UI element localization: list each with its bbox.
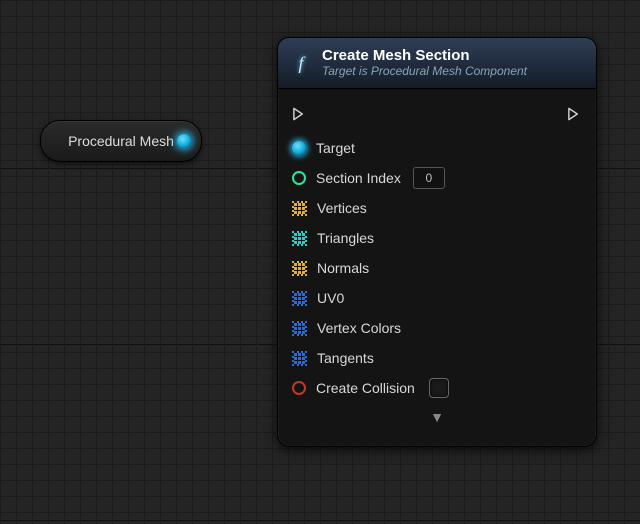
node-title: Create Mesh Section xyxy=(322,47,527,64)
node-subtitle: Target is Procedural Mesh Component xyxy=(322,65,527,79)
int-array-pin-icon xyxy=(292,231,307,246)
vector-array-pin-icon xyxy=(292,261,307,276)
node-header[interactable]: f Create Mesh Section Target is Procedur… xyxy=(278,38,596,89)
input-pin-normals[interactable]: Normals xyxy=(292,253,582,283)
exec-output-pin[interactable] xyxy=(567,106,582,122)
input-pin-tangents[interactable]: Tangents xyxy=(292,343,582,373)
struct-array-pin-icon xyxy=(292,291,307,306)
object-pin-icon xyxy=(292,141,306,155)
input-pin-section-index[interactable]: Section Index 0 xyxy=(292,163,582,193)
variable-node-label: Procedural Mesh xyxy=(68,133,174,149)
input-pin-uv0[interactable]: UV0 xyxy=(292,283,582,313)
input-pin-vertices[interactable]: Vertices xyxy=(292,193,582,223)
input-pin-target[interactable]: Target xyxy=(292,133,582,163)
input-pin-create-collision[interactable]: Create Collision xyxy=(292,373,582,403)
function-icon: f xyxy=(290,52,312,74)
struct-array-pin-icon xyxy=(292,351,307,366)
exec-pin-icon xyxy=(292,106,307,122)
exec-input-pin[interactable] xyxy=(292,106,307,122)
output-pin-object[interactable] xyxy=(177,134,191,148)
input-pin-vertex-colors[interactable]: Vertex Colors xyxy=(292,313,582,343)
function-node-create-mesh-section[interactable]: f Create Mesh Section Target is Procedur… xyxy=(277,37,597,447)
expand-node-button[interactable]: ▼ xyxy=(292,409,582,425)
exec-pin-icon xyxy=(567,106,582,122)
section-index-input[interactable]: 0 xyxy=(413,167,445,189)
struct-array-pin-icon xyxy=(292,321,307,336)
node-body: Target Section Index 0 Vertices Triangle… xyxy=(278,89,596,431)
bool-pin-icon xyxy=(292,381,306,395)
create-collision-checkbox[interactable] xyxy=(429,378,449,398)
int-pin-icon xyxy=(292,171,306,185)
variable-node-procedural-mesh[interactable]: Procedural Mesh xyxy=(40,120,202,162)
input-pin-triangles[interactable]: Triangles xyxy=(292,223,582,253)
vector-array-pin-icon xyxy=(292,201,307,216)
